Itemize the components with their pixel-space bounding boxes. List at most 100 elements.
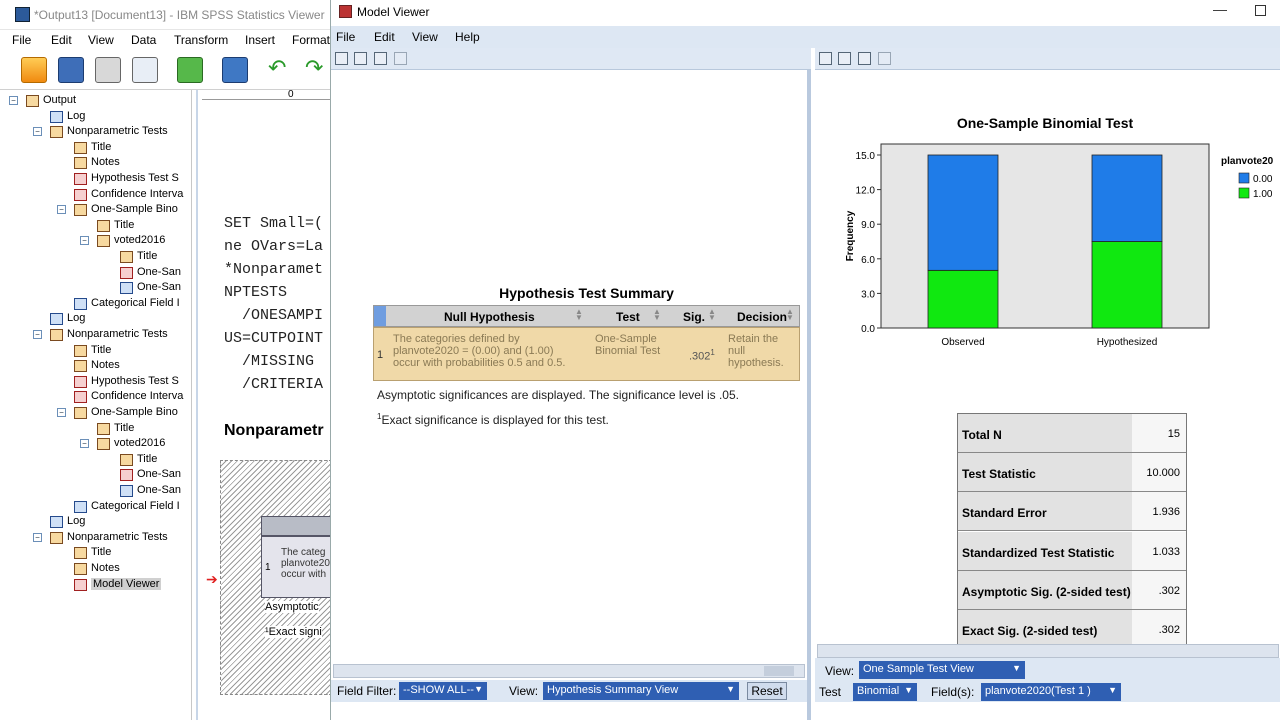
outline-item[interactable]: Title — [10, 546, 190, 561]
outline-item[interactable]: − Nonparametric Tests — [10, 125, 190, 140]
copy-data-icon[interactable] — [354, 52, 367, 65]
minimize-icon[interactable]: — — [1213, 1, 1227, 17]
book-icon — [50, 126, 63, 139]
y-tick-label: 12.0 — [856, 186, 876, 197]
menu-transform[interactable]: Transform — [174, 33, 228, 47]
outline-item[interactable]: One-San — [10, 484, 190, 499]
outline-item[interactable]: Title — [10, 250, 190, 265]
book-icon — [74, 547, 87, 560]
menu-edit[interactable]: Edit — [51, 33, 72, 47]
sort-icon[interactable]: ▲ ▼ — [786, 308, 796, 323]
outline-item[interactable]: Hypothesis Test S — [10, 172, 190, 187]
sort-icon[interactable]: ▲ ▼ — [575, 308, 585, 323]
outline-item[interactable]: One-San — [10, 266, 190, 281]
collapse-icon[interactable]: − — [57, 408, 66, 417]
mv-menu-file[interactable]: File — [336, 30, 355, 44]
outline-item[interactable]: − Nonparametric Tests — [10, 328, 190, 343]
chart-item-icon — [74, 391, 87, 404]
outline-item[interactable]: − Output — [9, 94, 190, 109]
table-row[interactable]: 1 The categories defined by planvote2020… — [373, 327, 800, 381]
outline-item[interactable]: Notes — [10, 156, 190, 171]
footnote: Asymptotic — [265, 601, 319, 613]
outline-item[interactable]: One-San — [10, 468, 190, 483]
print-preview-icon[interactable] — [132, 57, 158, 83]
outline-item[interactable]: Model Viewer — [10, 577, 190, 593]
collapse-icon[interactable]: − — [33, 127, 42, 137]
col-header-sig[interactable]: Sig. — [683, 310, 705, 324]
outline-item[interactable]: − Nonparametric Tests — [10, 531, 190, 546]
outline-item[interactable]: Title — [10, 422, 190, 437]
outline-item[interactable]: − One-Sample Bino — [10, 406, 190, 421]
stats-label: Test Statistic — [958, 453, 1132, 492]
outline-item[interactable]: Title — [10, 219, 190, 234]
model-viewer-placeholder[interactable]: 1 The categ planvote20 occur with Asympt… — [220, 460, 333, 695]
stats-row: Standard Error 1.936 — [958, 492, 1186, 532]
outline-item[interactable]: Log — [10, 515, 190, 530]
col-header-test[interactable]: Test — [616, 310, 640, 324]
save-icon[interactable] — [58, 57, 84, 83]
outline-item[interactable]: Categorical Field I — [10, 500, 190, 515]
test-value: Binomial — [857, 685, 900, 697]
sort-icon[interactable]: ▲ ▼ — [653, 308, 663, 323]
menu-format[interactable]: Format — [292, 33, 330, 47]
stats-label: Standard Error — [958, 492, 1132, 531]
outline-item[interactable]: Log — [10, 312, 190, 327]
undo-icon[interactable]: ↶ — [268, 57, 294, 83]
outline-item[interactable]: − One-Sample Bino — [10, 203, 190, 218]
mv-menu-help[interactable]: Help — [455, 30, 480, 44]
field-filter-value: --SHOW ALL-- — [403, 684, 474, 696]
outline-item[interactable]: Log — [10, 110, 190, 125]
menu-data[interactable]: Data — [131, 33, 156, 47]
export-icon[interactable] — [394, 52, 407, 65]
test-select[interactable]: Binomial ▼ — [853, 683, 917, 701]
menu-insert[interactable]: Insert — [245, 33, 275, 47]
maximize-icon[interactable] — [1255, 5, 1266, 16]
log-item-icon — [74, 297, 87, 310]
outline-item[interactable]: Categorical Field I — [10, 297, 190, 312]
col-header-decision[interactable]: Decision — [737, 310, 787, 324]
outline-item[interactable]: − voted2016 — [10, 437, 190, 452]
collapse-icon[interactable]: − — [33, 330, 42, 339]
bar-segment-1.00 — [1091, 241, 1163, 329]
outline-item[interactable]: Notes — [10, 359, 190, 374]
binomial-chart: One-Sample Binomial Test 0.0 3.0 6.0 9.0 12.0… — [845, 115, 1274, 348]
hypothesis-table: Null Hypothesis ▲ ▼ Test ▲ ▼ Sig. ▲ ▼ Decis… — [373, 305, 800, 381]
view-select[interactable]: Hypothesis Summary View ▼ — [543, 682, 739, 700]
outline-item[interactable]: Confidence Interva — [10, 188, 190, 203]
reset-button[interactable]: Reset — [747, 682, 787, 700]
open-icon[interactable] — [21, 57, 47, 83]
view-select[interactable]: One Sample Test View ▼ — [859, 661, 1025, 679]
outline-item[interactable]: Notes — [10, 562, 190, 577]
print-icon[interactable] — [95, 57, 121, 83]
outline-item[interactable]: − voted2016 — [10, 234, 190, 249]
field-filter-select[interactable]: --SHOW ALL-- ▼ — [399, 682, 487, 700]
collapse-icon[interactable]: − — [80, 439, 89, 449]
outline-item[interactable]: Title — [10, 344, 190, 359]
collapse-icon[interactable]: − — [33, 532, 42, 542]
mv-menu-view[interactable]: View — [412, 30, 438, 44]
collapse-icon[interactable]: − — [80, 236, 89, 246]
outline-item[interactable]: Confidence Interva — [10, 390, 190, 405]
copy-icon[interactable] — [335, 52, 348, 65]
col-header-null-hypothesis[interactable]: Null Hypothesis — [444, 310, 535, 324]
horizontal-scrollbar[interactable] — [333, 664, 805, 678]
dialog-recall-icon[interactable] — [222, 57, 248, 83]
outline-item[interactable]: Title — [10, 453, 190, 468]
redo-icon[interactable]: ↷ — [305, 57, 331, 83]
print-icon[interactable] — [374, 52, 387, 65]
collapse-icon[interactable]: − — [57, 205, 66, 215]
menu-file[interactable]: File — [12, 33, 31, 47]
outline-item[interactable]: Hypothesis Test S — [10, 375, 190, 390]
horizontal-scrollbar[interactable] — [817, 644, 1279, 658]
scrollbar-thumb[interactable] — [764, 666, 794, 676]
outline-item[interactable]: Title — [10, 141, 190, 156]
outline-item[interactable]: One-San — [10, 281, 190, 296]
menu-view[interactable]: View — [88, 33, 114, 47]
export-icon[interactable] — [177, 57, 203, 83]
sig-value: .302 — [689, 350, 711, 363]
mv-menu-edit[interactable]: Edit — [374, 30, 395, 44]
collapse-icon[interactable]: − — [9, 96, 18, 105]
fields-select[interactable]: planvote2020(Test 1 ) ▼ — [981, 683, 1121, 701]
stats-row: Standardized Test Statistic 1.033 — [958, 531, 1186, 571]
sort-icon[interactable]: ▲ ▼ — [708, 308, 718, 323]
